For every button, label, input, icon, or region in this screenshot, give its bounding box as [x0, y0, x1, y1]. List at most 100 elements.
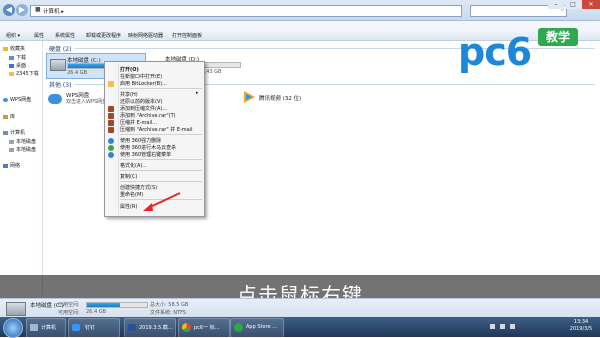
details-used-label: 已用空间:: [58, 302, 80, 308]
toolbar-system-properties[interactable]: 系统属性: [55, 32, 75, 39]
menu-add-to-archive[interactable]: 添加到压缩文件(A)...: [120, 105, 167, 112]
start-button[interactable]: [3, 318, 23, 338]
taskbar-item-dingtalk[interactable]: 钉钉: [68, 318, 120, 338]
tencent-video-icon: [244, 91, 255, 103]
close-button[interactable]: ✕: [582, 0, 600, 9]
nav-desktop[interactable]: 桌面: [9, 62, 26, 69]
download-icon: [9, 55, 14, 60]
forward-button[interactable]: ▶: [16, 4, 28, 16]
nav-downloads[interactable]: 下载: [9, 54, 26, 61]
menu-360-scan[interactable]: 使用 360进行木马云查杀: [120, 144, 176, 151]
menu-restore-versions[interactable]: 还原以前的版本(V): [120, 98, 162, 105]
cloud-icon: [3, 97, 8, 102]
toolbar-properties[interactable]: 属性: [34, 32, 44, 39]
clock-date: 2019/3/5: [569, 326, 593, 332]
menu-open[interactable]: 打开(O): [120, 66, 139, 73]
nav-computer-label: 计算机: [10, 130, 26, 136]
address-text: 计算机 ▸: [43, 9, 65, 15]
folder-icon: [9, 71, 14, 76]
nav-desktop-label: 桌面: [16, 63, 27, 69]
drive-d-free: 143 GB: [203, 69, 222, 75]
menu-open-new-window[interactable]: 在新窗口中打开(E): [120, 73, 162, 80]
360-icon: [108, 152, 114, 158]
details-filesystem: 文件系统: NTFS: [150, 310, 187, 316]
computer-icon: [30, 324, 38, 331]
taskbar-item-label: 2019.3.5.截...: [139, 325, 173, 331]
toolbar-organize[interactable]: 组织 ▾: [6, 32, 20, 39]
menu-360-manage[interactable]: 使用 360管理右键菜单: [120, 151, 171, 158]
group-other[interactable]: 其他 (3): [49, 80, 71, 89]
menu-share[interactable]: 共享(H): [120, 91, 138, 98]
toolbar-control-panel[interactable]: 打开控制面板: [172, 32, 202, 39]
library-icon: [3, 114, 8, 119]
nav-library-label: 库: [10, 114, 16, 120]
minimize-button[interactable]: –: [548, 0, 564, 9]
desktop-icon: [9, 63, 14, 68]
drive-icon: [6, 302, 26, 316]
toolbar-map-drive[interactable]: 映射网络驱动器: [128, 32, 163, 39]
chrome-icon: [182, 323, 191, 332]
taskbar-item-computer[interactable]: 计算机: [26, 318, 66, 338]
360-icon: [108, 138, 114, 144]
menu-add-to-archive-rar[interactable]: 添加到 "Archive.rar"(T): [120, 112, 176, 119]
submenu-arrow-icon: ▸: [196, 90, 199, 96]
network-icon[interactable]: [500, 324, 505, 329]
dingtalk-icon: [72, 324, 80, 331]
nav-local-d[interactable]: 本地磁盘: [9, 146, 36, 153]
cloud-icon: [48, 94, 62, 104]
back-button[interactable]: ◀: [3, 4, 15, 16]
menu-copy[interactable]: 复制(C): [120, 173, 137, 180]
details-free-label: 可用空间:: [58, 310, 80, 316]
nav-wps[interactable]: WPS网盘: [3, 96, 31, 103]
tray-icon[interactable]: [490, 324, 495, 329]
app-icon: [128, 324, 136, 331]
navigation-pane: 收藏夹 下载 桌面 2345下载 WPS网盘 库 计算机 本地磁盘 本地磁盘 网…: [0, 41, 43, 294]
group-hard-drives[interactable]: 硬盘 (2): [49, 44, 71, 53]
logo-badge: 教学: [538, 28, 578, 46]
details-total: 总大小: 58.5 GB: [150, 302, 189, 308]
taskbar-item-screenshot[interactable]: 2019.3.5.截...: [124, 318, 176, 338]
tencent-video-item[interactable]: 腾讯视频 (32 位): [242, 90, 332, 106]
volume-icon[interactable]: [510, 324, 515, 329]
drive-icon: [50, 59, 66, 71]
computer-icon: ■: [35, 6, 41, 13]
360-icon: [108, 145, 114, 151]
wps-desc: 双击进入WPS网盘: [66, 99, 108, 105]
nav-local-c[interactable]: 本地磁盘: [9, 138, 36, 145]
nav-wps-label: WPS网盘: [10, 97, 32, 103]
star-icon: [3, 46, 8, 51]
nav-network-label: 网络: [10, 163, 21, 169]
clock[interactable]: 13:34 2019/3/5: [565, 319, 597, 333]
nav-favorites-label: 收藏夹: [10, 46, 26, 52]
maximize-button[interactable]: □: [565, 0, 581, 9]
logo-text: pc6: [458, 30, 532, 74]
taskbar-item-label: pc6一 标...: [194, 325, 220, 331]
pc6-logo: pc6 教学: [458, 26, 588, 76]
address-input[interactable]: ■ 计算机 ▸: [30, 5, 462, 17]
winrar-icon: [108, 120, 114, 126]
menu-compress-email[interactable]: 压缩并 E-mail...: [120, 119, 157, 126]
nav-favorites[interactable]: 收藏夹: [3, 45, 25, 52]
network-icon: [3, 163, 8, 168]
nav-downloads-label: 下载: [16, 55, 27, 61]
details-usage-fill: [87, 303, 120, 307]
wps-item[interactable]: WPS网盘 双击进入WPS网盘: [48, 90, 108, 112]
nav-recent[interactable]: 2345下载: [9, 70, 39, 77]
menu-compress-rar-email[interactable]: 压缩到 "Archive.rar" 并 E-mail: [120, 126, 193, 133]
menu-properties[interactable]: 属性(R): [120, 203, 137, 210]
taskbar-item-browser[interactable]: pc6一 标...: [178, 318, 230, 338]
menu-360-delete[interactable]: 使用 360强力删除: [120, 137, 161, 144]
winrar-icon: [108, 127, 114, 133]
taskbar-item-appstore[interactable]: App Store ...: [230, 318, 284, 338]
nav-library[interactable]: 库: [3, 113, 15, 120]
menu-format[interactable]: 格式化(A)...: [120, 162, 147, 169]
window-controls: – □ ✕: [548, 0, 600, 9]
bitlocker-icon: [108, 81, 114, 87]
system-tray: [490, 323, 550, 331]
nav-computer[interactable]: 计算机: [3, 129, 25, 136]
menu-bitlocker[interactable]: 启用 BitLocker(B)...: [120, 80, 167, 87]
drive-c-free: 26.4 GB: [67, 70, 88, 76]
computer-icon: [3, 130, 8, 135]
nav-network[interactable]: 网络: [3, 162, 20, 169]
toolbar-uninstall[interactable]: 卸载或更改程序: [86, 32, 121, 39]
